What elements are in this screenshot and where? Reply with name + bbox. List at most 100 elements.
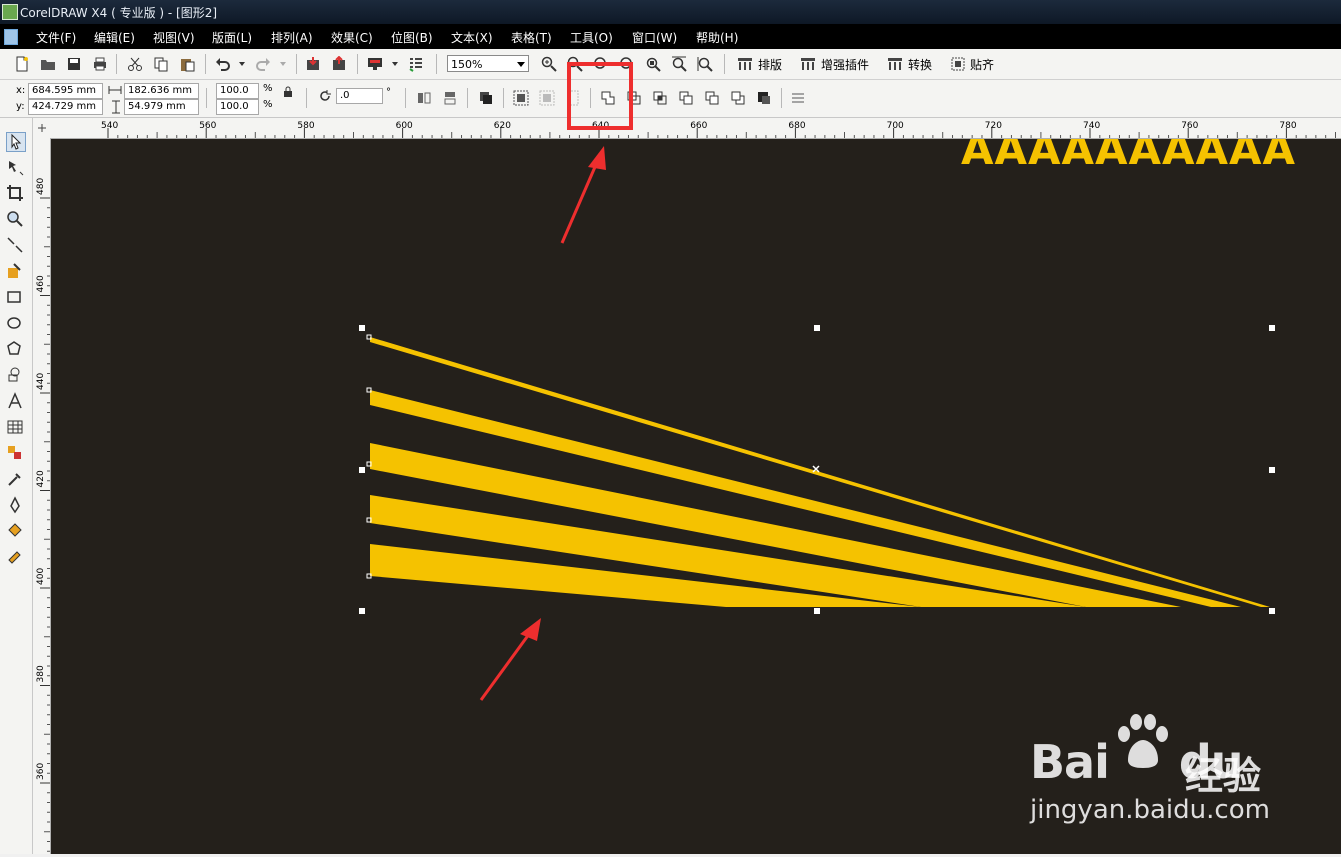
separator — [116, 54, 117, 74]
ellipse-tool-icon[interactable] — [6, 314, 24, 332]
menu-bar: 文件(F) 编辑(E) 视图(V) 版面(L) 排列(A) 效果(C) 位图(B… — [0, 24, 1341, 49]
text-tool-icon[interactable] — [6, 392, 24, 410]
menu-arrange[interactable]: 排列(A) — [271, 29, 313, 46]
convert-button[interactable]: 转换 — [908, 56, 932, 73]
layout-plugin-icon[interactable] — [737, 56, 753, 72]
menu-table[interactable]: 表格(T) — [511, 29, 552, 46]
interactive-blend-tool-icon[interactable] — [6, 444, 24, 462]
vertical-ruler[interactable]: 480 460 440 420 400 380 360 — [32, 138, 51, 854]
zoom-page-icon[interactable] — [645, 56, 661, 72]
snap-button[interactable]: 贴齐 — [970, 56, 994, 73]
eyedropper-tool-icon[interactable] — [6, 470, 24, 488]
baidu-paw-print-icon — [1118, 714, 1168, 768]
front-minus-back-icon[interactable] — [704, 90, 720, 106]
simplify-icon[interactable] — [678, 90, 694, 106]
zoom-level-select[interactable]: 150% — [447, 55, 529, 72]
back-minus-front-icon[interactable] — [730, 90, 746, 106]
redo-dropdown-icon[interactable] — [279, 60, 287, 68]
layout-button[interactable]: 排版 — [758, 56, 782, 73]
menu-help[interactable]: 帮助(H) — [696, 29, 738, 46]
document-icon[interactable] — [4, 29, 18, 45]
outline-tool-icon[interactable] — [6, 496, 24, 514]
undo-icon[interactable] — [215, 56, 231, 72]
menu-view[interactable]: 视图(V) — [153, 29, 195, 46]
smart-fill-tool-icon[interactable] — [6, 262, 24, 280]
basic-shapes-tool-icon[interactable] — [6, 366, 24, 384]
undo-dropdown-icon[interactable] — [238, 60, 246, 68]
x-position-field[interactable]: 684.595 mm — [28, 83, 103, 99]
object-width-field[interactable]: 182.636 mm — [124, 83, 199, 99]
menu-window[interactable]: 窗口(W) — [632, 29, 677, 46]
highlight-box — [567, 62, 633, 130]
import-icon[interactable] — [305, 56, 321, 72]
rectangle-tool-icon[interactable] — [6, 288, 24, 306]
title-bar: CorelDRAW X4 ( 专业版 ) - [图形2] — [0, 0, 1341, 24]
application-launcher-icon[interactable] — [367, 56, 383, 72]
snap-icon[interactable] — [950, 56, 966, 72]
fill-tool-icon[interactable] — [6, 522, 24, 540]
create-boundary-icon[interactable] — [756, 90, 772, 106]
height-icon — [112, 100, 120, 114]
pick-tool-icon[interactable] — [6, 132, 26, 152]
open-folder-icon[interactable] — [40, 56, 56, 72]
zoom-tool-icon[interactable] — [6, 210, 24, 228]
vruler-tick-label: 380 — [36, 665, 46, 682]
export-icon[interactable] — [331, 56, 347, 72]
lock-ratio-icon[interactable] — [282, 86, 294, 98]
align-distribute-icon[interactable] — [478, 90, 494, 106]
ungroup-icon[interactable] — [539, 90, 555, 106]
menu-edit[interactable]: 编辑(E) — [94, 29, 135, 46]
menu-layout[interactable]: 版面(L) — [212, 29, 252, 46]
shape-tool-icon[interactable] — [6, 158, 24, 176]
convert-to-curves-icon[interactable] — [790, 90, 806, 106]
zoom-in-icon[interactable] — [541, 56, 557, 72]
menu-effects[interactable]: 效果(C) — [331, 29, 373, 46]
x-position-label: x: — [16, 85, 26, 96]
enhance-plugin-icon[interactable] — [800, 56, 816, 72]
menu-tools[interactable]: 工具(O) — [570, 29, 613, 46]
hruler-tick-label: 620 — [494, 121, 511, 131]
crop-tool-icon[interactable] — [6, 184, 24, 202]
interactive-fill-tool-icon[interactable] — [6, 548, 24, 566]
hruler-tick-label: 600 — [396, 121, 413, 131]
copy-icon[interactable] — [153, 56, 169, 72]
redo-icon[interactable] — [255, 56, 271, 72]
zoom-page-width-icon[interactable] — [671, 56, 687, 72]
welcome-screen-icon[interactable] — [408, 56, 424, 72]
zoom-page-height-icon[interactable] — [697, 56, 713, 72]
horizontal-ruler[interactable]: 540 560 580 600 620 640 660 680 700 720 740 760 780 — [51, 118, 1341, 139]
object-height-field[interactable]: 54.979 mm — [124, 99, 199, 115]
cut-icon[interactable] — [127, 56, 143, 72]
table-tool-icon[interactable] — [6, 418, 24, 436]
standard-toolbar: 150% 排版 增强插件 转换 贴齐 — [0, 49, 1341, 80]
menu-bitmaps[interactable]: 位图(B) — [391, 29, 433, 46]
mirror-horizontal-icon[interactable] — [416, 90, 432, 106]
hruler-tick-label: 780 — [1279, 121, 1296, 131]
save-icon[interactable] — [66, 56, 82, 72]
y-position-field[interactable]: 424.729 mm — [28, 99, 103, 115]
print-icon[interactable] — [92, 56, 108, 72]
rotation-angle-field[interactable]: .0 — [336, 88, 383, 104]
vruler-tick-label: 480 — [36, 178, 46, 195]
freehand-tool-icon[interactable] — [6, 236, 24, 254]
polygon-tool-icon[interactable] — [6, 340, 24, 358]
width-icon — [108, 86, 122, 94]
scale-x-field[interactable]: 100.0 — [216, 83, 259, 99]
horizontal-ruler-ticks: 540 560 580 600 620 640 660 680 700 720 740 760 780 — [101, 121, 1336, 138]
mirror-vertical-icon[interactable] — [442, 90, 458, 106]
menu-file[interactable]: 文件(F) — [36, 29, 76, 46]
convert-plugin-icon[interactable] — [887, 56, 903, 72]
paste-icon[interactable] — [179, 56, 195, 72]
enhance-plugin-button[interactable]: 增强插件 — [821, 56, 869, 73]
new-document-icon[interactable] — [14, 56, 30, 72]
scale-y-field[interactable]: 100.0 — [216, 99, 259, 115]
zoom-level-value: 150% — [451, 58, 483, 71]
hruler-tick-label: 540 — [101, 121, 118, 131]
property-bar: x: 684.595 mm y: 424.729 mm 182.636 mm 5… — [0, 80, 1341, 118]
ruler-origin[interactable] — [32, 118, 51, 138]
group-icon[interactable] — [513, 90, 529, 106]
menu-text[interactable]: 文本(X) — [451, 29, 493, 46]
launcher-dropdown-icon[interactable] — [391, 60, 399, 68]
separator — [357, 54, 358, 74]
intersect-icon[interactable] — [652, 90, 668, 106]
